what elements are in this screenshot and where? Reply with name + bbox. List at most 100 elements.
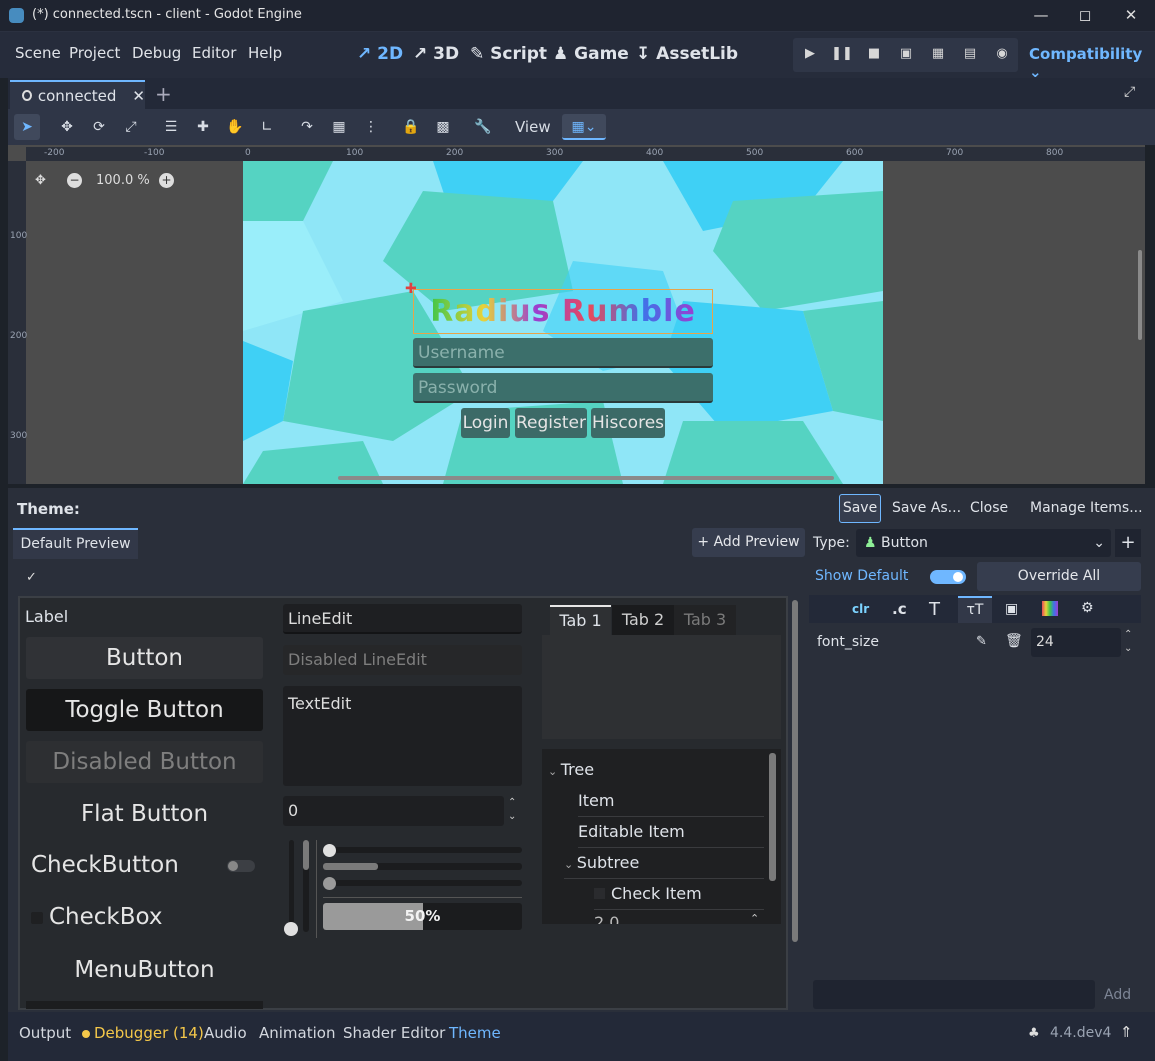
stylebox-tab-icon[interactable] (1042, 601, 1058, 616)
show-default-toggle[interactable] (930, 570, 966, 584)
preview-checkbox[interactable]: CheckBox (49, 904, 163, 930)
checkbox-icon[interactable] (31, 912, 43, 924)
minimize-icon[interactable]: — (1030, 6, 1052, 26)
selection-mode-icon[interactable]: ▦⌄ (562, 114, 606, 140)
add-preview-button[interactable]: + Add Preview (692, 528, 805, 557)
hiscores-button[interactable]: Hiscores (591, 408, 665, 438)
pan-tool-icon[interactable]: ✋ (222, 114, 248, 140)
view-menu[interactable]: View (515, 118, 551, 136)
play-custom-scene-icon[interactable]: ▤ (958, 46, 982, 66)
workspace-assetlib[interactable]: ↧ AssetLib (636, 44, 738, 64)
tree-editable-item[interactable]: Editable Item (578, 822, 764, 848)
checkbox-icon[interactable] (594, 888, 605, 899)
bone-icon[interactable]: 🔧 (470, 114, 496, 140)
menu-scene[interactable]: Scene (15, 44, 61, 62)
add-tab-icon[interactable]: + (155, 82, 172, 106)
scene-tab-connected[interactable]: connected ✕ (10, 80, 145, 109)
distraction-free-icon[interactable]: ⤢ (1124, 84, 1135, 100)
close-icon[interactable]: ✕ (1120, 6, 1142, 26)
tree-root[interactable]: ⌄ Tree (548, 760, 594, 779)
expand-panel-icon[interactable]: ⇑ (1120, 1023, 1133, 1041)
workspace-2d[interactable]: ↗ 2D (357, 44, 403, 64)
hslider-track[interactable] (323, 847, 522, 853)
save-button[interactable]: Save (839, 494, 881, 523)
zoom-level[interactable]: 100.0 % (96, 173, 150, 188)
stop-icon[interactable]: ■ (862, 46, 886, 66)
list-select-icon[interactable]: ☰ (158, 114, 184, 140)
font-tab-icon[interactable]: T (929, 599, 940, 620)
renderer-select[interactable]: Compatibility ⌄ (1029, 45, 1155, 81)
preview-textedit[interactable]: TextEdit (283, 686, 522, 786)
spin-arrows-icon[interactable]: ⌃ ⌄ (508, 796, 516, 824)
zoom-out-icon[interactable]: − (67, 173, 82, 188)
password-input[interactable]: Password (413, 373, 713, 403)
tree-scrollbar[interactable] (769, 753, 776, 881)
color-tab-icon[interactable]: clr (852, 602, 869, 616)
workspace-script[interactable]: ✎ Script (470, 44, 547, 64)
type-variation-tab-icon[interactable]: ⚙ (1081, 600, 1094, 616)
lock-icon[interactable]: 🔒 (398, 114, 424, 140)
picker-icon[interactable]: ✓ (26, 570, 37, 585)
zoom-fit-icon[interactable]: ✥ (35, 173, 46, 188)
type-select[interactable]: ♟ Button ⌄ (856, 529, 1111, 557)
zoom-in-icon[interactable]: + (159, 173, 174, 188)
preview-tree[interactable]: ⌄ Tree Item Editable Item ⌄ Subtree Chec… (542, 749, 781, 924)
tree-check-item[interactable]: Check Item (594, 884, 764, 910)
remote-debug-icon[interactable]: ▣ (894, 46, 918, 66)
hslider2-grabber-icon[interactable] (323, 877, 336, 890)
preview-menubutton[interactable]: MenuButton (26, 949, 263, 991)
pin-icon[interactable]: ✎ (976, 634, 987, 649)
tree-range-arrow-icon[interactable]: ⌃ (750, 912, 759, 924)
tree-item[interactable]: Item (578, 791, 764, 817)
username-input[interactable]: Username (413, 338, 713, 368)
move-tool-icon[interactable]: ✥ (54, 114, 80, 140)
close-theme-button[interactable]: Close (970, 500, 1008, 516)
viewport-hscrollbar[interactable] (338, 476, 834, 480)
add-item-input[interactable] (813, 980, 1095, 1009)
override-all-button[interactable]: Override All (977, 562, 1141, 591)
login-button[interactable]: Login (461, 408, 510, 438)
select-tool-icon[interactable]: ➤ (14, 114, 40, 140)
ruler-tool-icon[interactable]: ∟ (254, 114, 280, 140)
maximize-icon[interactable]: ◻ (1074, 6, 1096, 26)
preview-button[interactable]: Button (26, 637, 263, 679)
tree-range-item[interactable]: 2.0 (594, 913, 619, 924)
menu-editor[interactable]: Editor (192, 44, 236, 62)
constant-tab-icon[interactable]: .c (892, 600, 907, 618)
preview-lineedit[interactable]: LineEdit (283, 604, 522, 634)
rotate-tool-icon[interactable]: ⟳ (86, 114, 112, 140)
register-button[interactable]: Register (515, 408, 587, 438)
pivot-tool-icon[interactable]: ✚ (190, 114, 216, 140)
tab-theme[interactable]: Theme (449, 1024, 501, 1042)
preview-flat-button[interactable]: Flat Button (26, 793, 263, 835)
play-scene-icon[interactable]: ▦ (926, 46, 950, 66)
play-icon[interactable]: ▶ (798, 46, 822, 66)
hslider-grabber-icon[interactable] (323, 844, 336, 857)
preview-scrollbar[interactable] (792, 600, 798, 942)
tab-audio[interactable]: Audio (204, 1024, 247, 1042)
scale-tool-icon[interactable]: ⤢ (118, 114, 144, 140)
workspace-game[interactable]: ♟ Game (553, 44, 629, 64)
preview-tab-default[interactable]: Default Preview (13, 528, 138, 559)
smart-snap-icon[interactable]: ↷ (294, 114, 320, 140)
add-item-button[interactable]: Add (1104, 987, 1131, 1003)
vslider-track[interactable] (289, 840, 294, 932)
tab-debugger[interactable]: Debugger (14) (82, 1024, 204, 1042)
hslider2-track[interactable] (323, 880, 522, 886)
manage-items-button[interactable]: Manage Items... (1030, 500, 1143, 516)
font-size-spin-icon[interactable]: ⌃ ⌄ (1124, 628, 1132, 656)
menu-project[interactable]: Project (69, 44, 120, 62)
menu-debug[interactable]: Debug (132, 44, 181, 62)
save-as-button[interactable]: Save As... (892, 500, 961, 516)
preview-tab-2[interactable]: Tab 2 (612, 605, 674, 635)
workspace-3d[interactable]: ↗ 3D (413, 44, 459, 64)
pause-icon[interactable]: ❚❚ (830, 46, 854, 66)
tab-output[interactable]: Output (19, 1024, 71, 1042)
tab-animation[interactable]: Animation (259, 1024, 335, 1042)
menu-help[interactable]: Help (248, 44, 282, 62)
vslider-grabber-icon[interactable] (284, 922, 298, 936)
viewport-vscrollbar[interactable] (1138, 250, 1142, 340)
add-type-button[interactable]: + (1115, 529, 1141, 557)
preview-tab-1[interactable]: Tab 1 (550, 605, 611, 635)
grid-snap-icon[interactable]: ▦ (326, 114, 352, 140)
